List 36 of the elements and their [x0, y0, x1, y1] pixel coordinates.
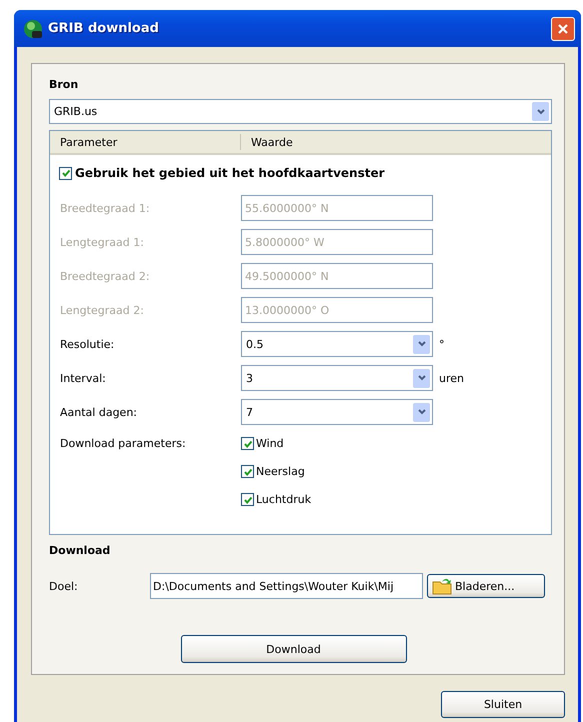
column-header[interactable]: Waarde	[241, 131, 551, 153]
checkbox[interactable]	[241, 493, 254, 506]
globe-icon	[23, 18, 43, 38]
column-header[interactable]: Parameter	[50, 134, 241, 150]
section-heading: Download	[49, 544, 112, 559]
field-label: Download parameters:	[60, 437, 187, 452]
field-label: Breedtegraad 1:	[60, 202, 151, 214]
checkbox-label[interactable]: Wind	[256, 437, 284, 450]
folder-icon[interactable]	[432, 577, 452, 595]
section-heading: Bron	[49, 78, 80, 93]
checkbox[interactable]	[241, 465, 254, 478]
unit-label: °	[439, 338, 444, 350]
field-label: Lengtegraad 2:	[60, 304, 145, 316]
unit-label: uren	[439, 372, 464, 384]
source-dropdown[interactable]: GRIB.us	[49, 99, 552, 124]
checkbox[interactable]	[59, 166, 72, 180]
close-button[interactable]	[551, 16, 575, 40]
checkbox[interactable]	[241, 437, 254, 450]
field-label: Breedtegraad 2:	[60, 270, 151, 282]
dropdown[interactable]: 7	[241, 399, 433, 425]
dropdown[interactable]: 3	[241, 365, 433, 391]
checkbox-label[interactable]: Gebruik het gebied uit het hoofdkaartvenster	[75, 166, 385, 180]
field-label: Lengtegraad 1:	[60, 236, 145, 248]
path-field[interactable]: D:\Documents and Settings\Wouter Kuik\Mij	[150, 573, 423, 599]
download-button[interactable]: Download	[180, 635, 406, 663]
dropdown[interactable]: 0.5	[241, 331, 433, 357]
close-icon[interactable]	[557, 22, 569, 34]
field-label: Interval:	[60, 372, 107, 384]
field-label: Resolutie:	[60, 338, 116, 350]
field-label: Aantal dagen:	[60, 406, 138, 418]
window-title: GRIB download	[48, 21, 160, 36]
browse-button[interactable]: Bladeren...	[427, 574, 545, 598]
close-dialog-button[interactable]: Sluiten	[441, 691, 565, 718]
field-label: Doel:	[49, 580, 79, 592]
checkbox-label[interactable]: Neerslag	[256, 465, 305, 478]
checkbox-label[interactable]: Luchtdruk	[256, 493, 312, 506]
